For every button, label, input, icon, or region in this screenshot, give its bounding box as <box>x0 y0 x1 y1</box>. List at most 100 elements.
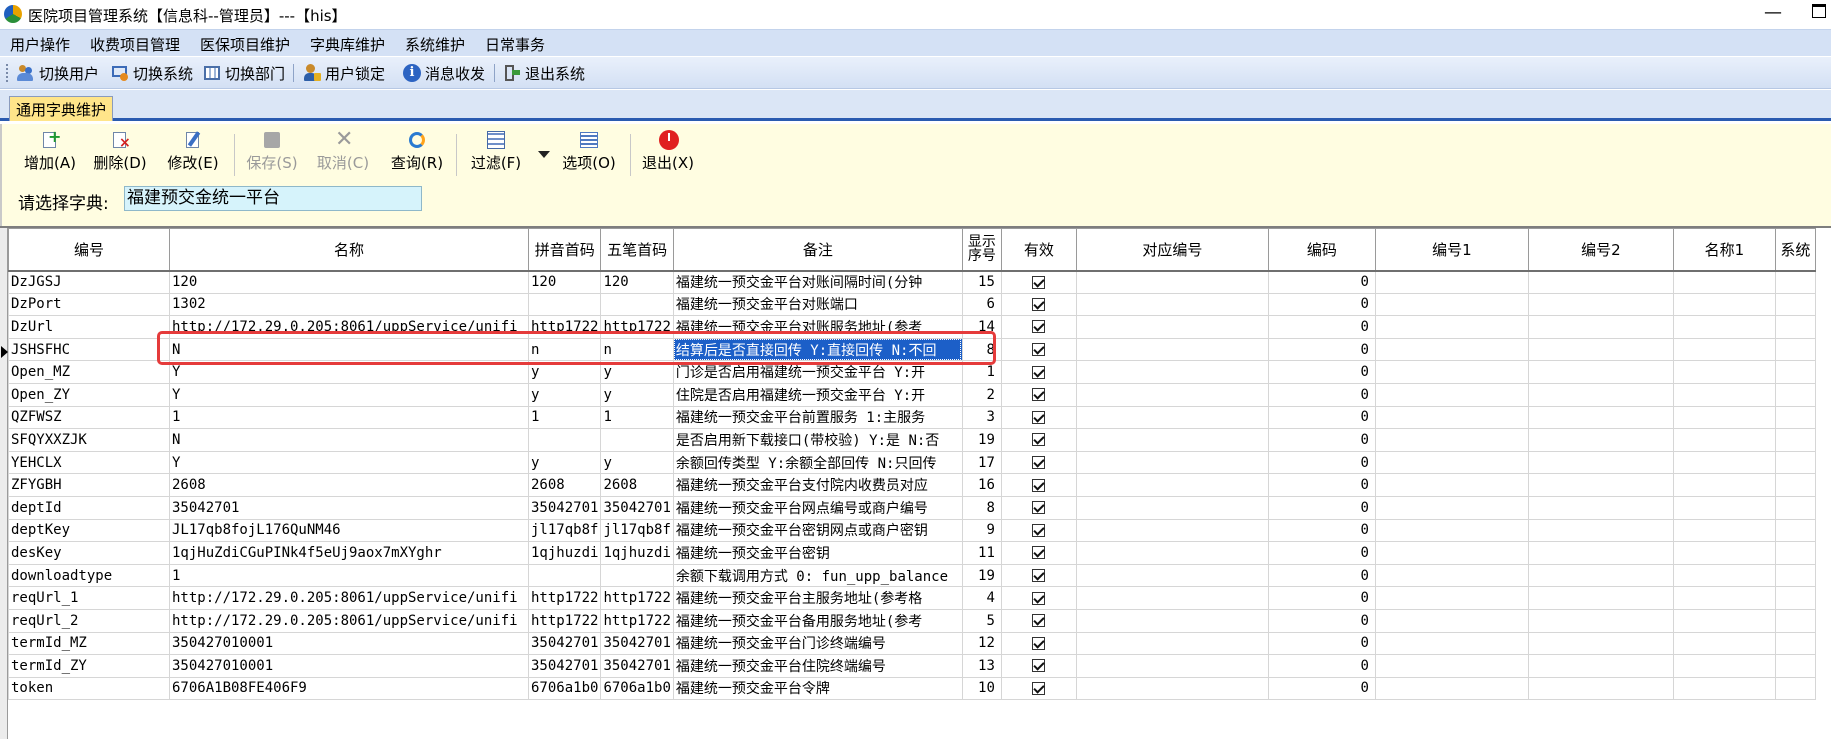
cell-code[interactable]: JSHSFHC <box>8 337 170 362</box>
cell-encoding[interactable]: 0 <box>1267 608 1376 633</box>
cell-code1[interactable] <box>1374 473 1529 497</box>
cell-code2[interactable] <box>1527 563 1674 588</box>
valid-checkbox[interactable] <box>1032 614 1046 628</box>
cell-wubi[interactable]: 35042701 <box>600 654 674 678</box>
table-row[interactable]: deptKey JL17qb8fojL176QuNM46 jl17qb8f jl17q… <box>8 518 1816 543</box>
cell-encoding[interactable]: 0 <box>1267 676 1376 701</box>
cell-pinyin[interactable] <box>527 292 602 317</box>
table-row[interactable]: DzJGSJ 120 120 120 福建统一预交金平台对账间隔时间(分钟 15 0 <box>8 270 1816 294</box>
cell-code2[interactable] <box>1527 337 1674 362</box>
cell-remark[interactable]: 是否启用新下载接口(带校验) Y:是 N:否 <box>672 428 963 452</box>
cell-encoding[interactable]: 0 <box>1267 450 1376 475</box>
dictionary-select[interactable]: 福建预交金统一平台 <box>124 186 422 211</box>
cell-valid[interactable] <box>1000 292 1077 317</box>
cell-name[interactable]: N <box>169 428 529 452</box>
cell-mapped-code[interactable] <box>1075 518 1269 543</box>
valid-checkbox[interactable] <box>1032 343 1046 357</box>
cell-valid[interactable] <box>1000 541 1077 565</box>
cell-display-order[interactable]: 3 <box>961 405 1002 430</box>
cell-wubi[interactable]: y <box>600 450 674 475</box>
cell-mapped-code[interactable] <box>1075 382 1269 407</box>
valid-checkbox[interactable] <box>1032 569 1046 583</box>
cell-mapped-code[interactable] <box>1075 292 1269 317</box>
cell-remark[interactable]: 福建统一预交金平台前置服务 1:主服务 <box>672 405 963 430</box>
cell-system[interactable] <box>1774 563 1816 588</box>
cell-valid[interactable] <box>1000 315 1077 339</box>
cell-code[interactable]: Open_MZ <box>8 360 170 384</box>
cell-remark[interactable]: 福建统一预交金平台密钥网点或商户密钥 <box>672 518 963 543</box>
cell-mapped-code[interactable] <box>1075 563 1269 588</box>
valid-checkbox[interactable] <box>1032 636 1046 650</box>
cell-name[interactable]: 350427010001 <box>169 631 529 656</box>
cell-system[interactable] <box>1774 654 1816 678</box>
cell-system[interactable] <box>1774 518 1816 543</box>
cell-wubi[interactable]: http1722 <box>600 608 674 633</box>
cell-name[interactable]: 35042701 <box>169 495 529 520</box>
cell-name1[interactable] <box>1672 541 1776 565</box>
cell-name1[interactable] <box>1672 518 1776 543</box>
table-row[interactable]: ZFYGBH 2608 2608 2608 福建统一预交金平台支付院内收费员对应 16 0 <box>8 473 1816 497</box>
cell-wubi[interactable]: 1qjhuzdi <box>600 541 674 565</box>
cell-pinyin[interactable]: 1 <box>527 405 602 430</box>
cell-code[interactable]: DzUrl <box>8 315 170 339</box>
cell-name1[interactable] <box>1672 382 1776 407</box>
cell-display-order[interactable]: 17 <box>961 450 1002 475</box>
valid-checkbox[interactable] <box>1032 275 1046 289</box>
cell-encoding[interactable]: 0 <box>1267 428 1376 452</box>
cell-remark[interactable]: 住院是否启用福建统一预交金平台 Y:开 <box>672 382 963 407</box>
cell-display-order[interactable]: 4 <box>961 586 1002 610</box>
col-header-remark[interactable]: 备注 <box>672 228 963 272</box>
cell-remark[interactable]: 福建统一预交金平台对账端口 <box>672 292 963 317</box>
cell-encoding[interactable]: 0 <box>1267 473 1376 497</box>
cell-encoding[interactable]: 0 <box>1267 518 1376 543</box>
cell-name[interactable]: Y <box>169 450 529 475</box>
cell-code[interactable]: SFQYXXZJK <box>8 428 170 452</box>
cell-remark[interactable]: 余额回传类型 Y:余额全部回传 N:只回传 <box>672 450 963 475</box>
cell-name1[interactable] <box>1672 270 1776 294</box>
cell-code2[interactable] <box>1527 495 1674 520</box>
cell-wubi[interactable]: 120 <box>600 270 674 294</box>
cell-mapped-code[interactable] <box>1075 608 1269 633</box>
valid-checkbox[interactable] <box>1032 478 1046 492</box>
cell-name1[interactable] <box>1672 337 1776 362</box>
cell-valid[interactable] <box>1000 337 1077 362</box>
cell-code[interactable]: ZFYGBH <box>8 473 170 497</box>
cell-display-order[interactable]: 19 <box>961 428 1002 452</box>
valid-checkbox[interactable] <box>1032 456 1046 470</box>
cell-pinyin[interactable]: 2608 <box>527 473 602 497</box>
valid-checkbox[interactable] <box>1032 388 1046 402</box>
cell-code2[interactable] <box>1527 631 1674 656</box>
cell-code[interactable]: deptKey <box>8 518 170 543</box>
col-header-valid[interactable]: 有效 <box>1000 228 1077 272</box>
cell-system[interactable] <box>1774 405 1816 430</box>
cell-pinyin[interactable]: 120 <box>527 270 602 294</box>
filter-dropdown-arrow-icon[interactable] <box>538 151 550 158</box>
col-header-display-order[interactable]: 显示序号 <box>961 228 1002 272</box>
toolbar-grip[interactable] <box>6 64 9 82</box>
col-header-code2[interactable]: 编号2 <box>1527 228 1674 272</box>
cell-system[interactable] <box>1774 360 1816 384</box>
table-row[interactable]: YEHCLX Yy y 余额回传类型 Y:余额全部回传 N:只回传 17 0 <box>8 450 1816 475</box>
cell-system[interactable] <box>1774 450 1816 475</box>
cell-pinyin[interactable]: jl17qb8f <box>527 518 602 543</box>
cell-system[interactable] <box>1774 337 1816 362</box>
cell-wubi[interactable]: http1722 <box>600 586 674 610</box>
col-header-wubi[interactable]: 五笔首码 <box>600 228 674 272</box>
col-header-name[interactable]: 名称 <box>169 228 529 272</box>
col-header-encoding[interactable]: 编码 <box>1267 228 1376 272</box>
cell-encoding[interactable]: 0 <box>1267 382 1376 407</box>
table-row[interactable]: termId_MZ 350427010001 35042701 35042701 福建统… <box>8 631 1816 656</box>
cell-code[interactable]: token <box>8 676 170 701</box>
cell-display-order[interactable]: 2 <box>961 382 1002 407</box>
cell-encoding[interactable]: 0 <box>1267 360 1376 384</box>
valid-checkbox[interactable] <box>1032 591 1046 605</box>
table-row[interactable]: DzPort 1302 福建统一预交金平台对账端口 6 0 <box>8 292 1816 317</box>
add-button[interactable]: + 增加(A) <box>20 129 80 178</box>
cell-code2[interactable] <box>1527 450 1674 475</box>
cell-wubi[interactable] <box>600 428 674 452</box>
cell-name[interactable]: http://172.29.0.205:8061/uppService/unif… <box>169 608 529 633</box>
cell-pinyin[interactable]: 1qjhuzdi <box>527 541 602 565</box>
cell-code1[interactable] <box>1374 315 1529 339</box>
cell-code1[interactable] <box>1374 360 1529 384</box>
cell-mapped-code[interactable] <box>1075 270 1269 294</box>
